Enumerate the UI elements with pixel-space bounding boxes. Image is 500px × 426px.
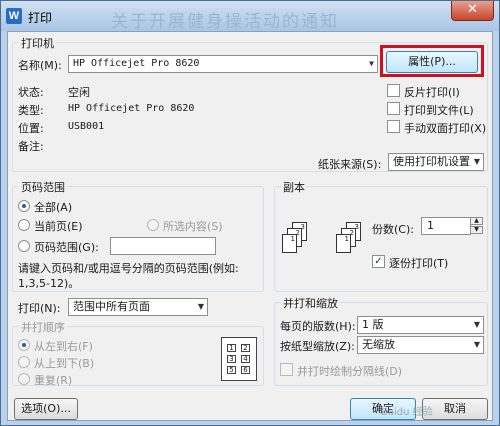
order-left-to-right-radio[interactable] xyxy=(18,339,30,351)
properties-button[interactable]: 属性(P)... xyxy=(386,51,478,73)
printer-name-label: 名称(M): xyxy=(18,59,62,72)
order-top-to-bottom-radio[interactable] xyxy=(18,356,30,368)
page-range-current-label[interactable]: 当前页(E) xyxy=(34,218,83,234)
print-what-value: 范围中所有页面 xyxy=(73,300,150,313)
dialog-body: 打印机 名称(M): HP Officejet Pro 8620 ▼ 属性(P)… xyxy=(7,31,493,421)
copies-count-value: 1 xyxy=(427,219,434,232)
comment-label: 备注: xyxy=(18,140,44,153)
order-cell-6: 6 xyxy=(241,366,250,374)
pages-per-sheet-select[interactable]: 1 版 ▼ xyxy=(357,316,484,334)
order-cell-2: 2 xyxy=(241,344,250,352)
order-cell-3: 3 xyxy=(227,355,236,363)
page-range-hint-line2: 1,3,5-12)。 xyxy=(18,277,80,290)
spin-up-icon[interactable]: ▲ xyxy=(470,217,483,225)
chevron-down-icon: ▼ xyxy=(473,320,480,329)
background-document-title: 关于开展健身操活动的通知 xyxy=(111,12,339,32)
copies-count-label: 份数(C): xyxy=(372,223,414,236)
paper-source-select[interactable]: 使用打印机设置 ▼ xyxy=(388,153,484,171)
paper-source-label: 纸张来源(S): xyxy=(318,158,382,171)
order-cell-4: 4 xyxy=(241,355,250,363)
pages-per-sheet-label: 每页的版数(H): xyxy=(280,320,356,333)
draw-borders-label[interactable]: 并打时绘制分隔线(D) xyxy=(297,363,402,379)
zoom-title: 并打和缩放 xyxy=(281,295,340,311)
scale-label: 按纸型缩放(Z): xyxy=(280,340,355,353)
print-dialog: W 打印 关于开展健身操活动的通知 ✕ 打印机 名称(M): HP Office… xyxy=(0,0,500,426)
type-label: 类型: xyxy=(18,104,44,117)
page-range-all-label[interactable]: 全部(A) xyxy=(34,199,72,215)
page-range-all-radio[interactable] xyxy=(18,200,30,212)
wps-writer-icon: W xyxy=(6,8,22,24)
draw-borders-checkbox[interactable] xyxy=(280,363,293,376)
type-value: HP Officejet Pro 8620 xyxy=(68,103,195,114)
paper-source-value: 使用打印机设置 xyxy=(393,155,470,168)
reverse-print-checkbox[interactable] xyxy=(387,84,400,97)
copies-count-input[interactable]: 1 xyxy=(421,217,471,235)
window-title: 打印 xyxy=(28,11,53,25)
print-what-select[interactable]: 范围中所有页面 ▼ xyxy=(68,298,208,316)
page-order-preview-icon: 1 2 3 4 5 6 xyxy=(221,337,257,381)
chevron-down-icon: ▼ xyxy=(473,340,480,349)
collate-checkbox[interactable]: ✓ xyxy=(372,255,385,268)
printer-name-value: HP Officejet Pro 8620 xyxy=(73,58,200,69)
collate-label[interactable]: 逐份打印(T) xyxy=(389,255,448,271)
print-to-file-label[interactable]: 打印到文件(L) xyxy=(404,102,474,118)
print-what-label: 打印(N): xyxy=(18,302,61,315)
printer-name-select[interactable]: HP Officejet Pro 8620 ▼ xyxy=(68,55,378,73)
page-range-title: 页码范围 xyxy=(19,179,67,195)
status-value: 空闲 xyxy=(68,86,90,99)
page-range-pages-label[interactable]: 页码范围(G): xyxy=(34,239,99,255)
baidu-watermark: Baidu 经验 xyxy=(381,407,433,418)
page-range-hint-line1: 请键入页码和/或用逗号分隔的页码范围(例如: xyxy=(18,262,239,275)
close-icon[interactable]: ✕ xyxy=(467,2,478,17)
title-bar: W 打印 关于开展健身操活动的通知 ✕ xyxy=(1,1,499,32)
chevron-down-icon: ▼ xyxy=(197,302,204,311)
manual-duplex-checkbox[interactable] xyxy=(387,120,400,133)
page-range-selection-radio[interactable] xyxy=(147,219,159,231)
page-range-input[interactable] xyxy=(110,237,216,255)
page-range-selection-label[interactable]: 所选内容(S) xyxy=(163,218,223,234)
reverse-print-label[interactable]: 反片打印(I) xyxy=(404,84,460,100)
location-label: 位置: xyxy=(18,122,44,135)
status-label: 状态: xyxy=(18,86,44,99)
location-value: USB001 xyxy=(68,121,105,132)
options-button[interactable]: 选项(O)... xyxy=(14,398,78,420)
order-cell-5: 5 xyxy=(227,366,236,374)
spin-down-icon[interactable]: ▼ xyxy=(470,226,483,234)
order-repeat-radio[interactable] xyxy=(18,373,30,385)
order-repeat-label[interactable]: 重复(R) xyxy=(34,372,72,388)
scale-select[interactable]: 无缩放 ▼ xyxy=(357,336,484,354)
order-cell-1: 1 xyxy=(227,344,236,352)
print-to-file-checkbox[interactable] xyxy=(387,102,400,115)
pages-per-sheet-value: 1 版 xyxy=(362,318,384,331)
chevron-down-icon: ▼ xyxy=(473,157,480,166)
manual-duplex-label[interactable]: 手动双面打印(X) xyxy=(404,120,486,136)
scale-value: 无缩放 xyxy=(362,338,395,351)
page-range-pages-radio[interactable] xyxy=(18,240,30,252)
chevron-down-icon: ▼ xyxy=(369,59,374,68)
print-order-title: 并打顺序 xyxy=(19,319,67,335)
page-range-current-radio[interactable] xyxy=(18,219,30,231)
order-top-to-bottom-label[interactable]: 从上到下(B) xyxy=(34,355,94,371)
printer-group-title: 打印机 xyxy=(19,35,56,51)
close-button[interactable]: ✕ xyxy=(451,1,494,21)
order-left-to-right-label[interactable]: 从左到右(F) xyxy=(34,338,93,354)
copies-title: 副本 xyxy=(281,179,307,195)
